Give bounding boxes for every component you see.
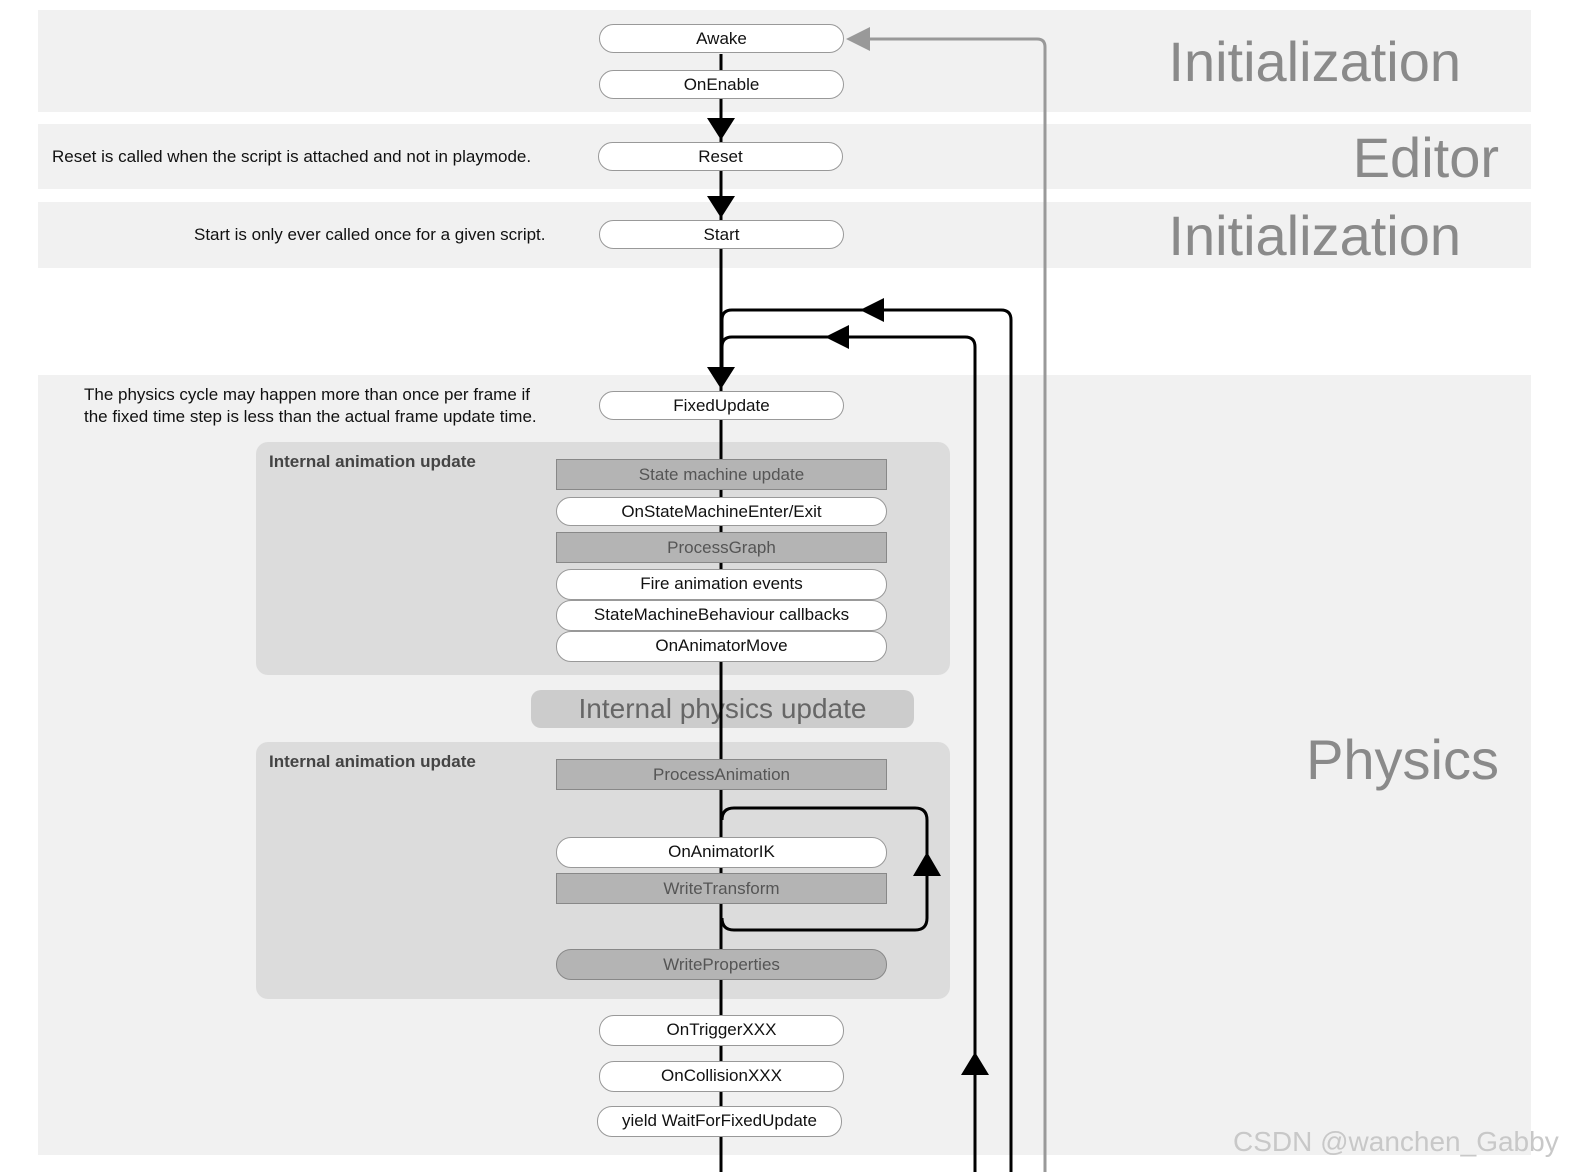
ik-loop xyxy=(720,806,929,932)
arrow-up xyxy=(961,1052,989,1075)
write-properties: WriteProperties xyxy=(556,949,887,980)
node-onanimatorik: OnAnimatorIK xyxy=(556,837,887,868)
gray-loop-to-awake xyxy=(866,37,1047,1172)
node-statemachinebehaviour-callbacks: StateMachineBehaviour callbacks xyxy=(556,600,887,631)
node-start: Start xyxy=(599,220,844,249)
node-awake: Awake xyxy=(599,24,844,53)
process-graph: ProcessGraph xyxy=(556,532,887,563)
arrow-left xyxy=(825,325,849,349)
node-onenable: OnEnable xyxy=(599,70,844,99)
arrow-left xyxy=(860,298,884,322)
node-ontrigger: OnTriggerXXX xyxy=(599,1015,844,1046)
arrow-to-awake xyxy=(846,27,870,51)
write-transform: WriteTransform xyxy=(556,873,887,904)
arrow-down xyxy=(707,196,735,218)
state-machine-update: State machine update xyxy=(556,459,887,490)
node-onanimatormove: OnAnimatorMove xyxy=(556,631,887,662)
node-oncollision: OnCollisionXXX xyxy=(599,1061,844,1092)
arrow-up xyxy=(913,852,941,876)
node-fixedupdate: FixedUpdate xyxy=(599,391,844,420)
node-yield-waitforfixedupdate: yield WaitForFixedUpdate xyxy=(597,1106,842,1137)
arrow-down xyxy=(707,118,735,140)
node-fire-animation-events: Fire animation events xyxy=(556,569,887,600)
watermark: CSDN @wanchen_Gabby xyxy=(1233,1126,1559,1157)
arrow-down xyxy=(707,367,735,389)
process-animation: ProcessAnimation xyxy=(556,759,887,790)
node-reset: Reset xyxy=(598,142,843,171)
node-onstatemachineenter-exit: OnStateMachineEnter/Exit xyxy=(556,497,887,526)
